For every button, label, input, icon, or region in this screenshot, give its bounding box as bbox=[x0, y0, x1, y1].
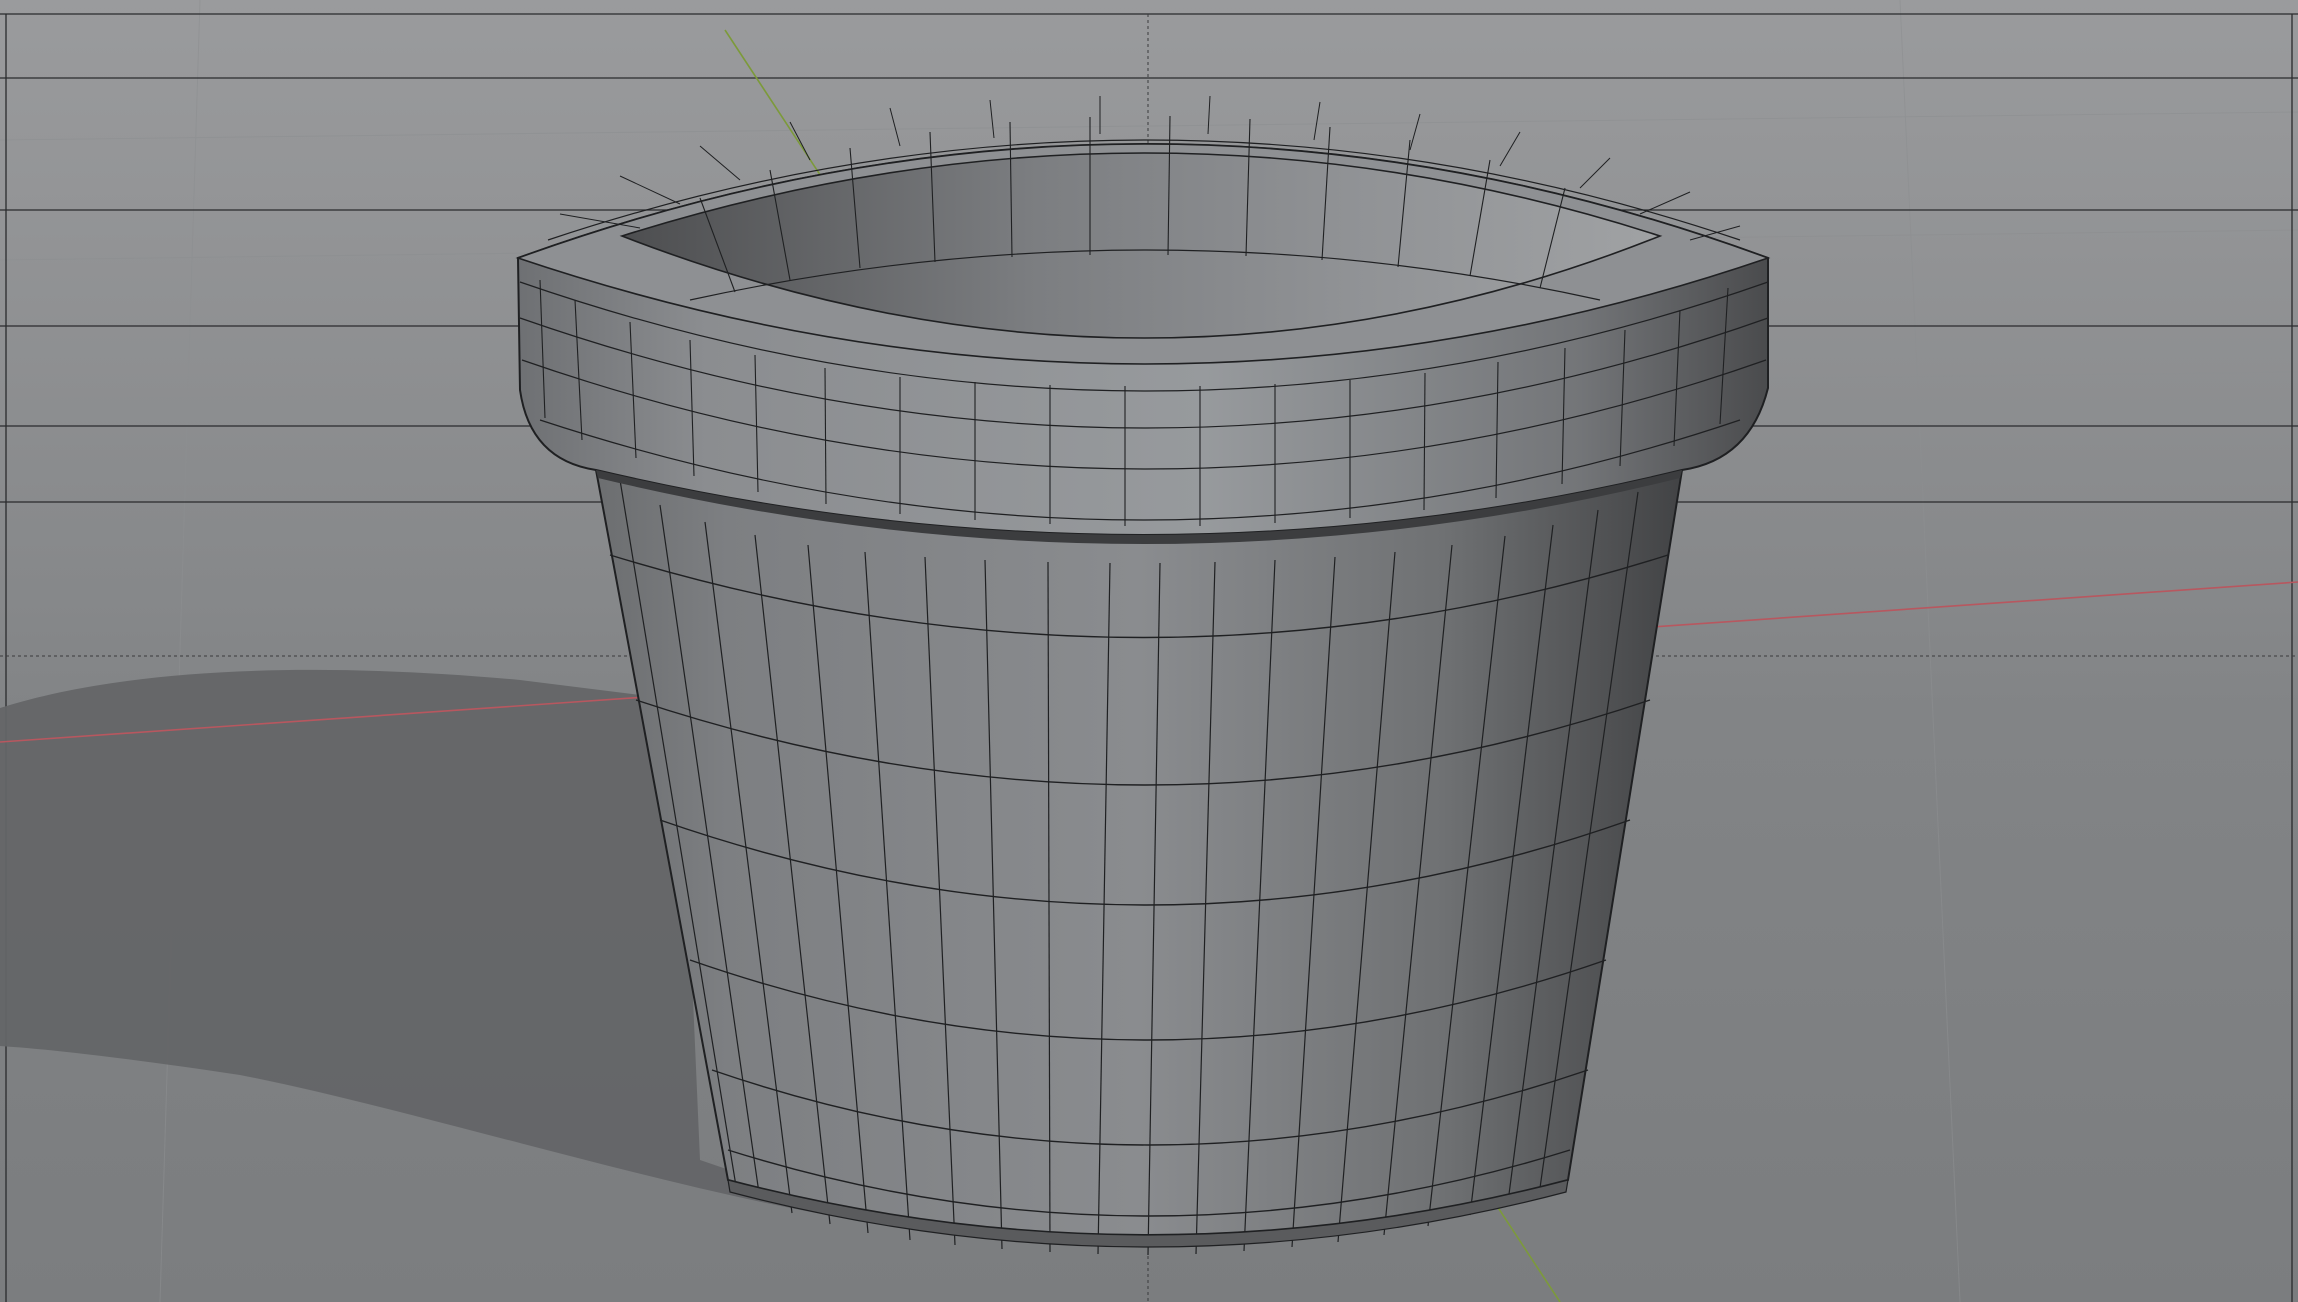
3d-viewport[interactable] bbox=[0, 0, 2298, 1302]
